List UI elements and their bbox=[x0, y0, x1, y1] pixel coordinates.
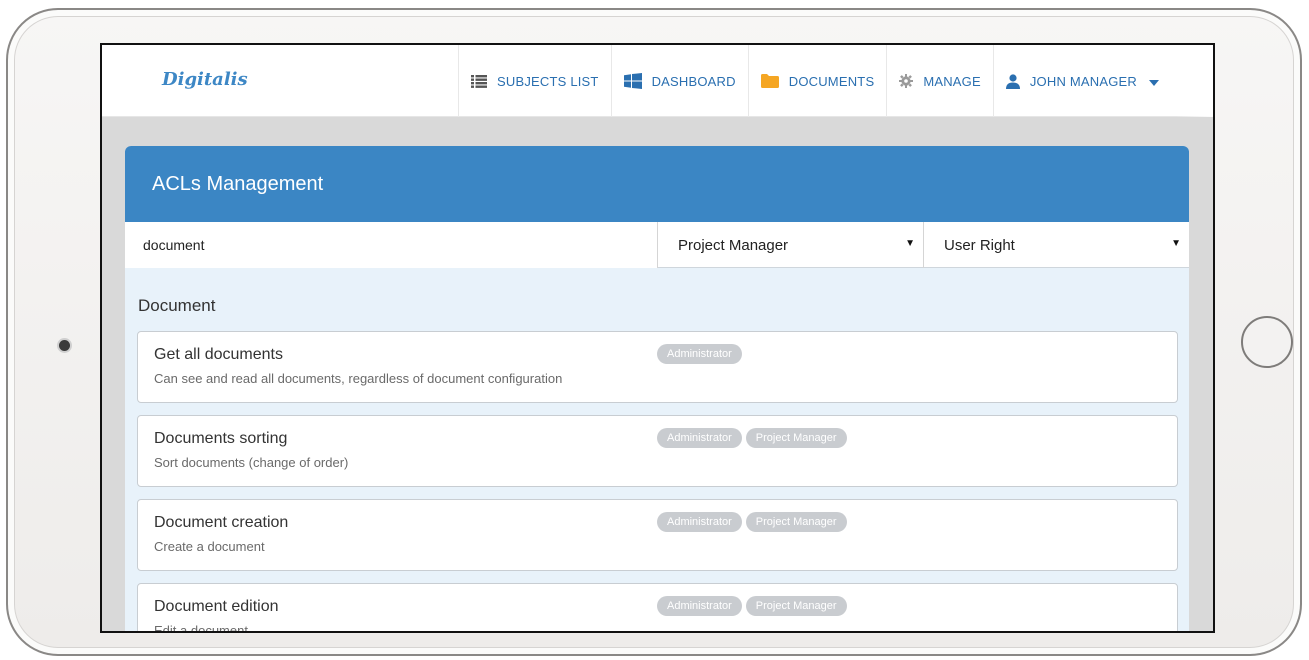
list-icon bbox=[471, 74, 487, 88]
role-badges: Administrator Project Manager bbox=[657, 428, 847, 448]
gear-icon bbox=[899, 74, 914, 88]
nav-label: DASHBOARD bbox=[651, 73, 736, 89]
home-button[interactable] bbox=[1241, 316, 1293, 368]
nav-label: JOHN MANAGER bbox=[1029, 73, 1137, 89]
acl-item[interactable]: Get all documents Can see and read all d… bbox=[137, 331, 1178, 403]
caret-down-icon: ▼ bbox=[1171, 238, 1181, 249]
camera bbox=[59, 340, 70, 351]
top-nav: Digitalis SUBJECTS LIST DASHBOARD DOCUME… bbox=[102, 45, 1213, 117]
section-title: Document bbox=[138, 296, 216, 315]
chevron-down-icon bbox=[1149, 74, 1159, 89]
acl-panel: ACLs Management Project Manager ▼ User R… bbox=[125, 146, 1189, 633]
acl-item[interactable]: Document edition Edit a document Adminis… bbox=[137, 583, 1178, 633]
role-badge[interactable]: Administrator bbox=[657, 596, 742, 616]
role-badge[interactable]: Project Manager bbox=[745, 596, 847, 616]
acl-name: Document creation bbox=[154, 514, 289, 531]
acl-list: Get all documents Can see and read all d… bbox=[125, 331, 1189, 633]
right-select-value: User Right bbox=[944, 236, 1015, 254]
role-select-value: Project Manager bbox=[678, 236, 789, 254]
nav-dashboard[interactable]: DASHBOARD bbox=[610, 45, 748, 117]
nav-documents[interactable]: DOCUMENTS bbox=[747, 45, 887, 117]
filter-row: Project Manager ▼ User Right ▼ bbox=[125, 222, 1189, 268]
nav-subjects-list[interactable]: SUBJECTS LIST bbox=[458, 45, 611, 117]
search-input[interactable] bbox=[125, 222, 657, 268]
role-select[interactable]: Project Manager ▼ bbox=[657, 222, 923, 268]
nav-manage[interactable]: MANAGE bbox=[886, 45, 993, 117]
nav-user-menu[interactable]: JOHN MANAGER bbox=[992, 45, 1171, 117]
acl-name: Documents sorting bbox=[154, 430, 288, 447]
page-title: ACLs Management bbox=[152, 172, 324, 195]
role-badge[interactable]: Project Manager bbox=[745, 428, 847, 448]
nav-fade bbox=[1176, 45, 1213, 117]
acl-name: Get all documents bbox=[154, 346, 283, 363]
role-badges: Administrator Project Manager bbox=[657, 596, 847, 616]
acl-name: Document edition bbox=[154, 598, 279, 615]
role-badges: Administrator bbox=[657, 344, 742, 364]
role-badge[interactable]: Administrator bbox=[657, 344, 742, 364]
role-badges: Administrator Project Manager bbox=[657, 512, 847, 532]
windows-icon bbox=[623, 73, 642, 89]
logo[interactable]: Digitalis bbox=[162, 69, 248, 90]
folder-icon bbox=[760, 74, 779, 88]
role-badge[interactable]: Administrator bbox=[657, 512, 742, 532]
role-badge[interactable]: Administrator bbox=[657, 428, 742, 448]
role-badge[interactable]: Project Manager bbox=[745, 512, 847, 532]
acl-item[interactable]: Document creation Create a document Admi… bbox=[137, 499, 1178, 571]
user-icon bbox=[1005, 73, 1020, 89]
app-screen: Digitalis SUBJECTS LIST DASHBOARD DOCUME… bbox=[100, 43, 1215, 633]
acl-description: Create a document bbox=[154, 539, 265, 554]
nav-label: SUBJECTS LIST bbox=[497, 73, 599, 89]
nav-label: DOCUMENTS bbox=[788, 73, 875, 89]
nav-label: MANAGE bbox=[923, 73, 981, 89]
acl-description: Edit a document bbox=[154, 623, 248, 633]
nav-menu: SUBJECTS LIST DASHBOARD DOCUMENTS MANAGE bbox=[458, 45, 1171, 117]
acl-description: Sort documents (change of order) bbox=[154, 455, 349, 470]
acl-item[interactable]: Documents sorting Sort documents (change… bbox=[137, 415, 1178, 487]
panel-header: ACLs Management bbox=[125, 146, 1189, 222]
caret-down-icon: ▼ bbox=[905, 238, 915, 249]
acl-description: Can see and read all documents, regardle… bbox=[154, 371, 563, 386]
right-select[interactable]: User Right ▼ bbox=[923, 222, 1189, 268]
